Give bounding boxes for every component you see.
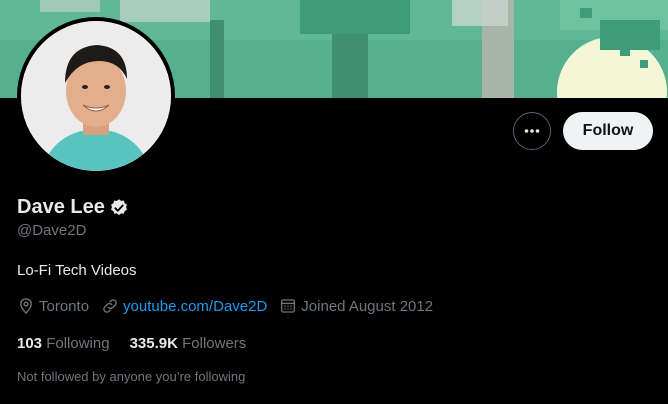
joined-text: Joined August 2012 [301,297,434,315]
location-text: Toronto [39,297,90,315]
website-item[interactable]: youtube.com/Dave2D [101,297,267,315]
website-link[interactable]: youtube.com/Dave2D [123,298,267,315]
followed-by-note: Not followed by anyone you’re following [17,369,246,384]
location-pin-icon [20,298,32,315]
following-count: 103 [17,335,43,352]
link-icon [103,299,117,313]
followers-link[interactable]: 335.9K Followers [130,335,247,352]
profile-bio: Lo-Fi Tech Videos [17,262,137,279]
profile-name: Dave Lee [17,196,105,218]
more-options-button[interactable] [513,112,551,150]
location-item: Toronto [17,297,89,315]
calendar-icon [281,299,296,313]
avatar-photo [21,21,171,171]
follow-counts: 103 Following 335.9K Followers [17,335,266,352]
following-label: Following [46,335,110,352]
followers-label: Followers [182,335,247,352]
profile-name-row: Dave Lee [17,196,129,219]
profile-avatar[interactable] [17,17,175,175]
more-icon [524,129,540,133]
following-link[interactable]: 103 Following [17,335,110,352]
joined-item: Joined August 2012 [279,297,433,315]
profile-handle: @Dave2D [17,222,87,239]
profile-meta: Toronto youtube.com/Dave2D Joined August… [17,297,445,315]
verified-badge-icon[interactable] [109,198,129,218]
follow-button[interactable]: Follow [563,112,653,150]
followers-count: 335.9K [129,335,178,352]
